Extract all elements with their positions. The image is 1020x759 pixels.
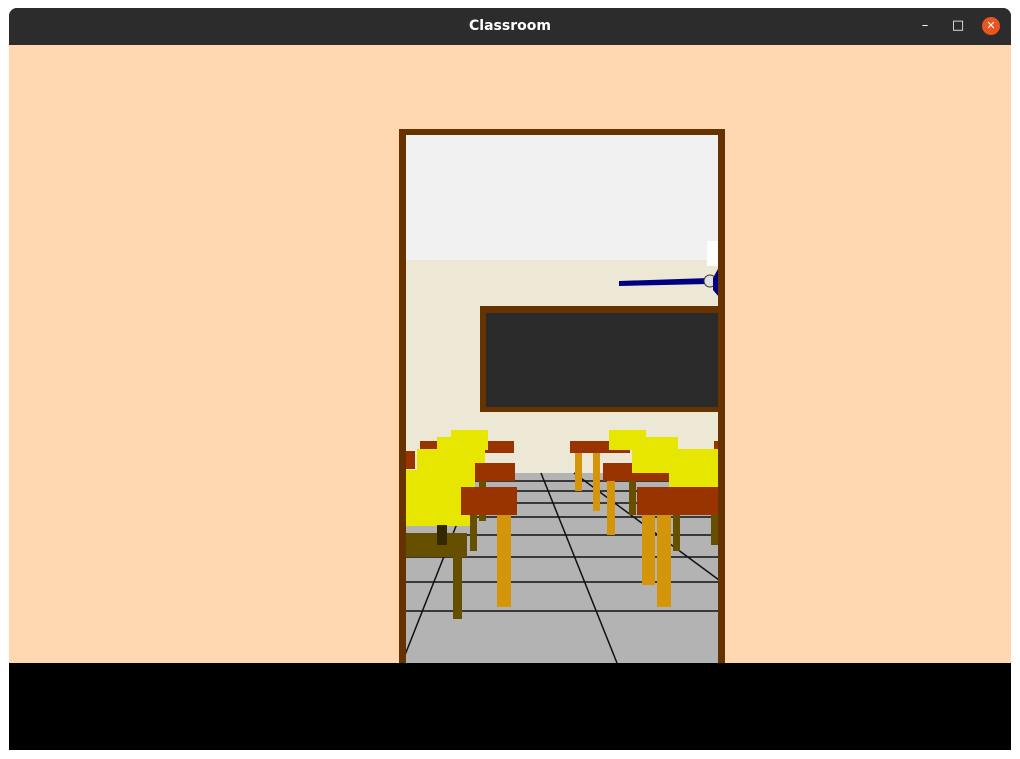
classroom-scene <box>399 129 725 663</box>
maximize-icon: □ <box>951 18 965 33</box>
title-bar[interactable]: Classroom – □ ✕ <box>9 8 1011 45</box>
blackboard <box>486 313 719 407</box>
close-button[interactable]: ✕ <box>982 17 1000 35</box>
room-interior <box>404 135 720 663</box>
floor-band <box>9 663 1011 750</box>
scene-canvas[interactable] <box>9 45 1011 750</box>
window-title: Classroom <box>469 18 551 34</box>
minimize-icon: – <box>921 18 929 33</box>
minimize-button[interactable]: – <box>916 17 934 35</box>
maximize-button[interactable]: □ <box>949 17 967 35</box>
ceiling <box>405 135 719 260</box>
close-icon: ✕ <box>986 19 996 32</box>
app-window: Classroom – □ ✕ <box>9 8 1011 750</box>
